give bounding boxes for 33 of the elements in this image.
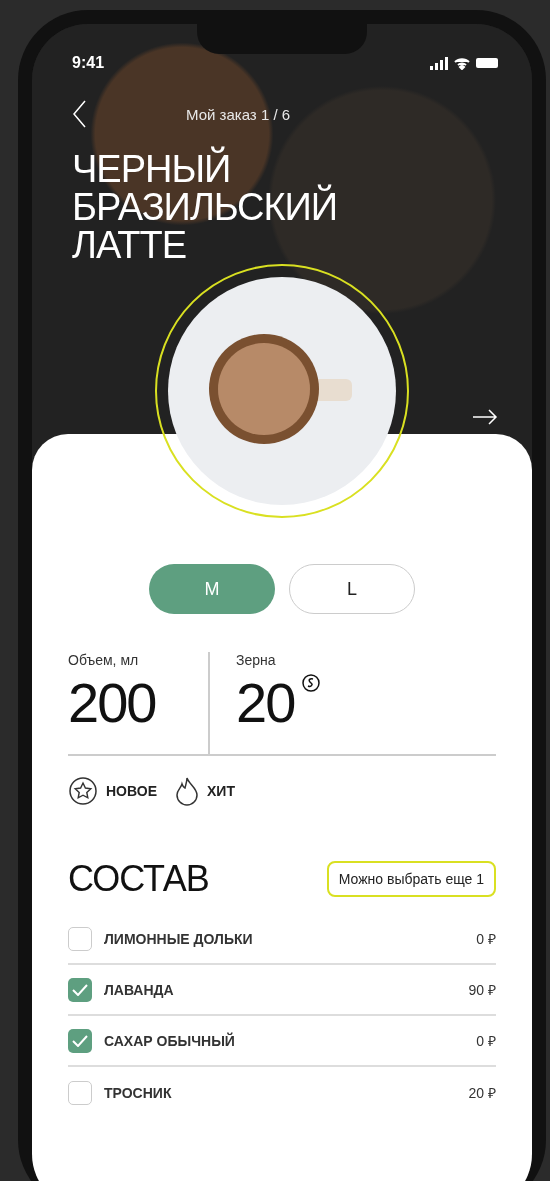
hint-badge: Можно выбрать еще 1 — [326, 861, 496, 897]
tag-label: ХИТ — [207, 783, 235, 799]
ingredient-price: 90 ₽ — [468, 981, 496, 999]
ingredient-name: ТРОСНИК — [104, 1084, 173, 1101]
stat-label: Зерна — [236, 652, 277, 668]
stat-label: Объем, мл — [68, 652, 140, 668]
status-time: 9:41 — [72, 54, 105, 72]
check-icon — [72, 983, 88, 996]
stat-value: 20 — [236, 674, 295, 732]
check-icon — [72, 1034, 88, 1047]
battery-icon — [476, 58, 498, 68]
ingredient-name: ЛАВАНДА — [104, 981, 175, 998]
section-title: СОСТАВ — [68, 858, 209, 900]
size-button[interactable]: L — [289, 564, 415, 614]
ingredient-name: САХАР ОБЫЧНЫЙ — [104, 1032, 236, 1049]
star-badge-icon — [68, 776, 98, 806]
checkbox[interactable] — [68, 926, 92, 951]
tag-label: НОВОЕ — [106, 783, 157, 799]
stat-value: 200 — [68, 674, 156, 732]
checkbox[interactable] — [68, 977, 92, 1002]
checkbox[interactable] — [68, 1080, 92, 1105]
wifi-icon — [454, 56, 470, 70]
next-arrow-icon[interactable] — [472, 409, 498, 425]
ingredient-price: 0 ₽ — [476, 930, 496, 948]
ingredient-name: ЛИМОННЫЕ ДОЛЬКИ — [104, 930, 254, 947]
signal-icon — [430, 56, 448, 70]
coin-icon — [302, 674, 321, 692]
ingredient-price: 0 ₽ — [476, 1032, 496, 1050]
ingredient-price: 20 ₽ — [468, 1084, 496, 1102]
back-icon[interactable] — [72, 100, 86, 128]
flame-icon — [175, 776, 199, 806]
order-title: Мой заказ 1 / 6 — [186, 105, 291, 123]
checkbox[interactable] — [68, 1028, 92, 1053]
